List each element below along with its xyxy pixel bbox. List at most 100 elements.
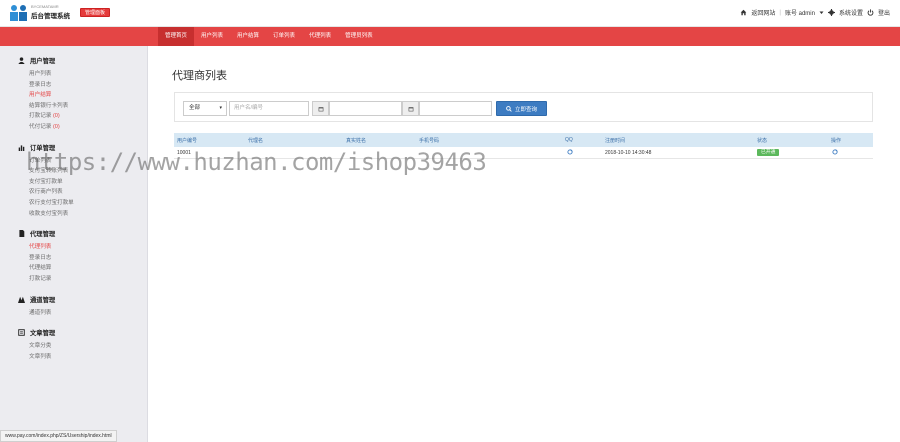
sidebar-item-label: 代理列表 <box>29 244 52 251</box>
back-to-site-link[interactable]: 返回网站 <box>751 8 775 17</box>
edit-icon[interactable] <box>567 149 573 155</box>
nav-item[interactable]: 管理员列表 <box>338 27 380 46</box>
col-user-id: 用户编号 <box>177 137 198 144</box>
row-reg-time: 2018-10-10 14:30:48 <box>605 149 652 156</box>
sidebar-group-header[interactable]: 通道管理 <box>0 293 55 306</box>
calendar-icon[interactable] <box>312 101 329 116</box>
browser-status-bar: www.pay.com/index.php/ZS/Usership/index.… <box>0 430 117 442</box>
header-actions: 返回网站 | 账号 admin 系统设置 登出 <box>740 8 890 17</box>
sidebar-item[interactable]: 文章分类 <box>0 341 51 352</box>
start-date-input[interactable] <box>329 101 402 116</box>
sidebar-group-title: 代理管理 <box>30 231 56 239</box>
sidebar-item-label: 打款记录 <box>29 276 52 282</box>
nav-item[interactable]: 用户列表 <box>194 27 230 46</box>
nav-item[interactable]: 管理首页 <box>158 27 195 46</box>
sidebar-group-header[interactable]: 文章管理 <box>0 326 55 339</box>
main-nav: 管理首页 用户列表 用户结算 订单列表 代理列表 管理员列表 <box>0 27 900 46</box>
col-qq: QQ <box>565 137 573 143</box>
sidebar-item[interactable]: 收款支付宝列表 <box>0 209 68 220</box>
home-icon <box>741 9 747 16</box>
user-icon <box>18 57 25 64</box>
power-icon <box>867 9 874 16</box>
file-icon <box>18 230 25 238</box>
sidebar-item[interactable]: 文章列表 <box>0 352 51 363</box>
watermark-text: https://www.huzhan.com/ishop39463 <box>26 148 487 176</box>
sidebar-item-label: 用户列表 <box>29 71 52 77</box>
sidebar-item-count: (0) <box>52 113 60 120</box>
table-header: 用户编号 代理名 真实姓名 手机号码 QQ 注册时间 状态 操作 <box>174 133 873 147</box>
sidebar-item-label: 通道列表 <box>29 309 52 316</box>
sidebar-item[interactable]: 用户列表 <box>0 69 51 80</box>
nav-item[interactable]: 订单列表 <box>266 27 302 46</box>
page-title: 代理商列表 <box>172 70 227 82</box>
filter-panel: 全部 ▾ 用户名/编号 立即查询 <box>174 92 873 122</box>
sidebar-item[interactable]: 支付宝打款单 <box>0 177 63 188</box>
chart-icon <box>18 144 25 151</box>
sidebar: 用户管理 用户列表 登录日志 用户结算 结算银行卡列表 打款记录 (0) 代付记录 (0) 订… <box>0 46 148 442</box>
search-button-label: 立即查询 <box>514 106 537 113</box>
article-icon <box>18 329 25 336</box>
nav-item[interactable]: 用户结算 <box>230 27 266 46</box>
col-reg-time: 注册时间 <box>605 137 626 144</box>
search-button[interactable]: 立即查询 <box>496 101 547 116</box>
separator: | <box>779 9 781 16</box>
account-menu[interactable]: 账号 admin <box>785 8 815 17</box>
panel-badge: 管理面板 <box>80 8 111 17</box>
sidebar-item[interactable]: 打款记录 <box>0 274 51 285</box>
sidebar-item-label: 打款记录 <box>29 113 53 120</box>
top-header: BYCEMATAMR 后台管理系统 管理面板 返回网站 | 账号 admin 系… <box>0 0 900 27</box>
sidebar-group-title: 用户管理 <box>30 58 56 65</box>
sidebar-item[interactable]: 通道列表 <box>0 308 51 319</box>
system-settings-link[interactable]: 系统设置 <box>839 8 863 17</box>
logo-subtext: BYCEMATAMR <box>31 4 59 9</box>
main-nav-items: 管理首页 用户列表 用户结算 订单列表 代理列表 管理员列表 <box>158 27 380 46</box>
channel-icon <box>18 296 25 303</box>
sidebar-item-count: (0) <box>52 124 60 130</box>
sidebar-item[interactable]: 农行支付宝打款单 <box>0 198 74 209</box>
col-agent-name: 代理名 <box>248 137 264 144</box>
sidebar-group-title: 文章管理 <box>30 330 56 338</box>
chevron-down-icon[interactable] <box>819 9 824 16</box>
end-date-input[interactable] <box>419 101 492 116</box>
sidebar-item-label: 收款支付宝列表 <box>29 210 69 217</box>
sidebar-item[interactable]: 用户结算 <box>0 90 51 101</box>
nav-item[interactable]: 代理列表 <box>302 27 338 46</box>
sidebar-item[interactable]: 农行商户列表 <box>0 187 63 198</box>
logo-icon <box>10 5 27 21</box>
sidebar-item-label: 登录日志 <box>29 254 52 261</box>
sidebar-item-label: 农行商户列表 <box>29 189 63 196</box>
search-icon <box>506 105 512 112</box>
sidebar-item-label: 农行支付宝打款单 <box>29 200 74 206</box>
sidebar-item-label: 代理结算 <box>29 265 52 272</box>
col-status: 状态 <box>757 137 768 144</box>
logout-link[interactable]: 登出 <box>878 8 890 17</box>
sidebar-item-label: 支付宝打款单 <box>29 178 63 185</box>
status-badge: 已开通 <box>757 149 780 156</box>
calendar-icon[interactable] <box>402 101 419 116</box>
col-phone: 手机号码 <box>419 137 440 144</box>
app-title: 后台管理系统 <box>31 13 70 20</box>
sidebar-item[interactable]: 打款记录 (0) <box>0 111 60 122</box>
sidebar-item[interactable]: 代付记录 (0) <box>0 122 60 133</box>
sidebar-item-label: 代付记录 <box>29 124 53 130</box>
sidebar-group-header[interactable]: 代理管理 <box>0 227 55 240</box>
status-select[interactable]: 全部 ▾ <box>183 101 227 116</box>
col-action: 操作 <box>831 137 842 144</box>
sidebar-item[interactable]: 登录日志 <box>0 253 51 264</box>
keyword-input[interactable]: 用户名/编号 <box>229 101 309 116</box>
main-content: 代理商列表 全部 ▾ 用户名/编号 立即查询 用户编号 代理名 真实姓名 手机号… <box>149 46 900 442</box>
edit-icon[interactable] <box>832 149 838 155</box>
sidebar-item[interactable]: 代理结算 <box>0 263 51 274</box>
sidebar-item-label: 结算银行卡列表 <box>29 102 69 109</box>
status-select-value: 全部 <box>189 105 201 111</box>
sidebar-item[interactable]: 代理列表 <box>0 242 51 253</box>
gear-icon <box>827 9 835 16</box>
sidebar-group-title: 通道管理 <box>30 296 56 304</box>
sidebar-item-label: 文章列表 <box>29 353 52 360</box>
sidebar-item[interactable]: 登录日志 <box>0 80 51 91</box>
sidebar-item-label: 用户结算 <box>29 92 52 99</box>
row-status: 已开通 <box>757 149 780 156</box>
sidebar-item[interactable]: 结算银行卡列表 <box>0 101 68 112</box>
sidebar-group-header[interactable]: 用户管理 <box>0 54 55 67</box>
col-real-name: 真实姓名 <box>346 137 367 144</box>
